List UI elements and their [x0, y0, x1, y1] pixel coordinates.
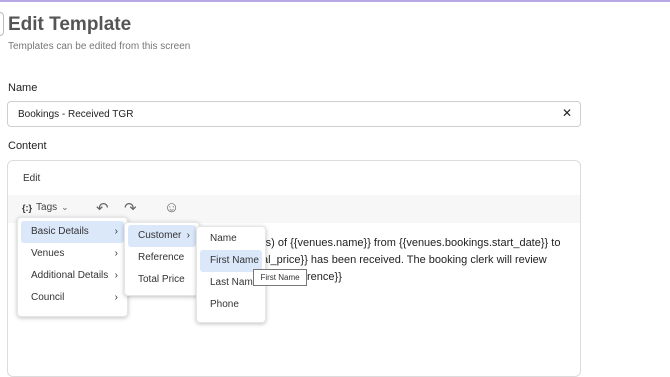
menu-item-customer[interactable]: Customer ›	[128, 225, 196, 247]
chevron-right-icon: ›	[114, 292, 118, 303]
menu-item-basic-details[interactable]: Basic Details ›	[21, 221, 124, 243]
menu-item-phone[interactable]: Phone	[200, 294, 262, 316]
tooltip: First Name	[253, 269, 307, 286]
content-label: Content	[8, 140, 47, 152]
body-line: rence}}	[307, 271, 342, 283]
page-title: Edit Template	[8, 14, 132, 35]
menu-item-name[interactable]: Name	[200, 228, 262, 250]
name-input[interactable]	[18, 106, 548, 122]
redo-icon[interactable]: ↷	[124, 199, 137, 217]
menu-item-label: Council	[31, 292, 65, 303]
sidebar-collapse-handle[interactable]	[0, 12, 4, 36]
top-accent-rule	[0, 0, 670, 2]
tab-edit[interactable]: Edit	[23, 173, 40, 184]
menu-item-total-price[interactable]: Total Price	[128, 269, 196, 291]
menu-item-additional-details[interactable]: Additional Details ›	[21, 265, 124, 287]
menu-item-label: Venues	[31, 248, 65, 259]
name-field[interactable]: ✕	[7, 101, 581, 127]
chevron-right-icon: ›	[114, 226, 118, 237]
tags-menu-level2: Customer › Reference Total Price	[124, 222, 200, 296]
menu-item-label: Additional Details	[31, 270, 109, 281]
emoji-icon[interactable]: ☺	[164, 199, 179, 216]
close-icon[interactable]: ✕	[560, 106, 574, 120]
chevron-down-icon: ⌄	[61, 202, 69, 212]
tags-menu-level1: Basic Details › Venues › Additional Deta…	[17, 217, 128, 317]
menu-item-reference[interactable]: Reference	[128, 247, 196, 269]
body-line: {s) of {{venues.name}} from {{venues.boo…	[262, 237, 561, 249]
menu-item-label: Basic Details	[31, 226, 89, 237]
tags-dropdown-button[interactable]: {:} Tags ⌄	[22, 202, 69, 213]
name-label: Name	[8, 82, 38, 94]
chevron-right-icon: ›	[114, 248, 118, 259]
menu-item-council[interactable]: Council ›	[21, 287, 124, 309]
tags-icon: {:}	[22, 202, 33, 213]
chevron-right-icon: ›	[114, 270, 118, 281]
page-subtitle: Templates can be edited from this screen	[8, 41, 191, 52]
chevron-right-icon: ›	[186, 230, 190, 241]
tags-label: Tags	[36, 202, 58, 213]
menu-item-venues[interactable]: Venues ›	[21, 243, 124, 265]
menu-item-label: Customer	[138, 230, 182, 241]
undo-icon[interactable]: ↶	[96, 199, 109, 217]
editor-body-text[interactable]: {s) of {{venues.name}} from {{venues.boo…	[262, 235, 572, 286]
body-line: al_price}} has been received. The bookin…	[262, 254, 547, 266]
